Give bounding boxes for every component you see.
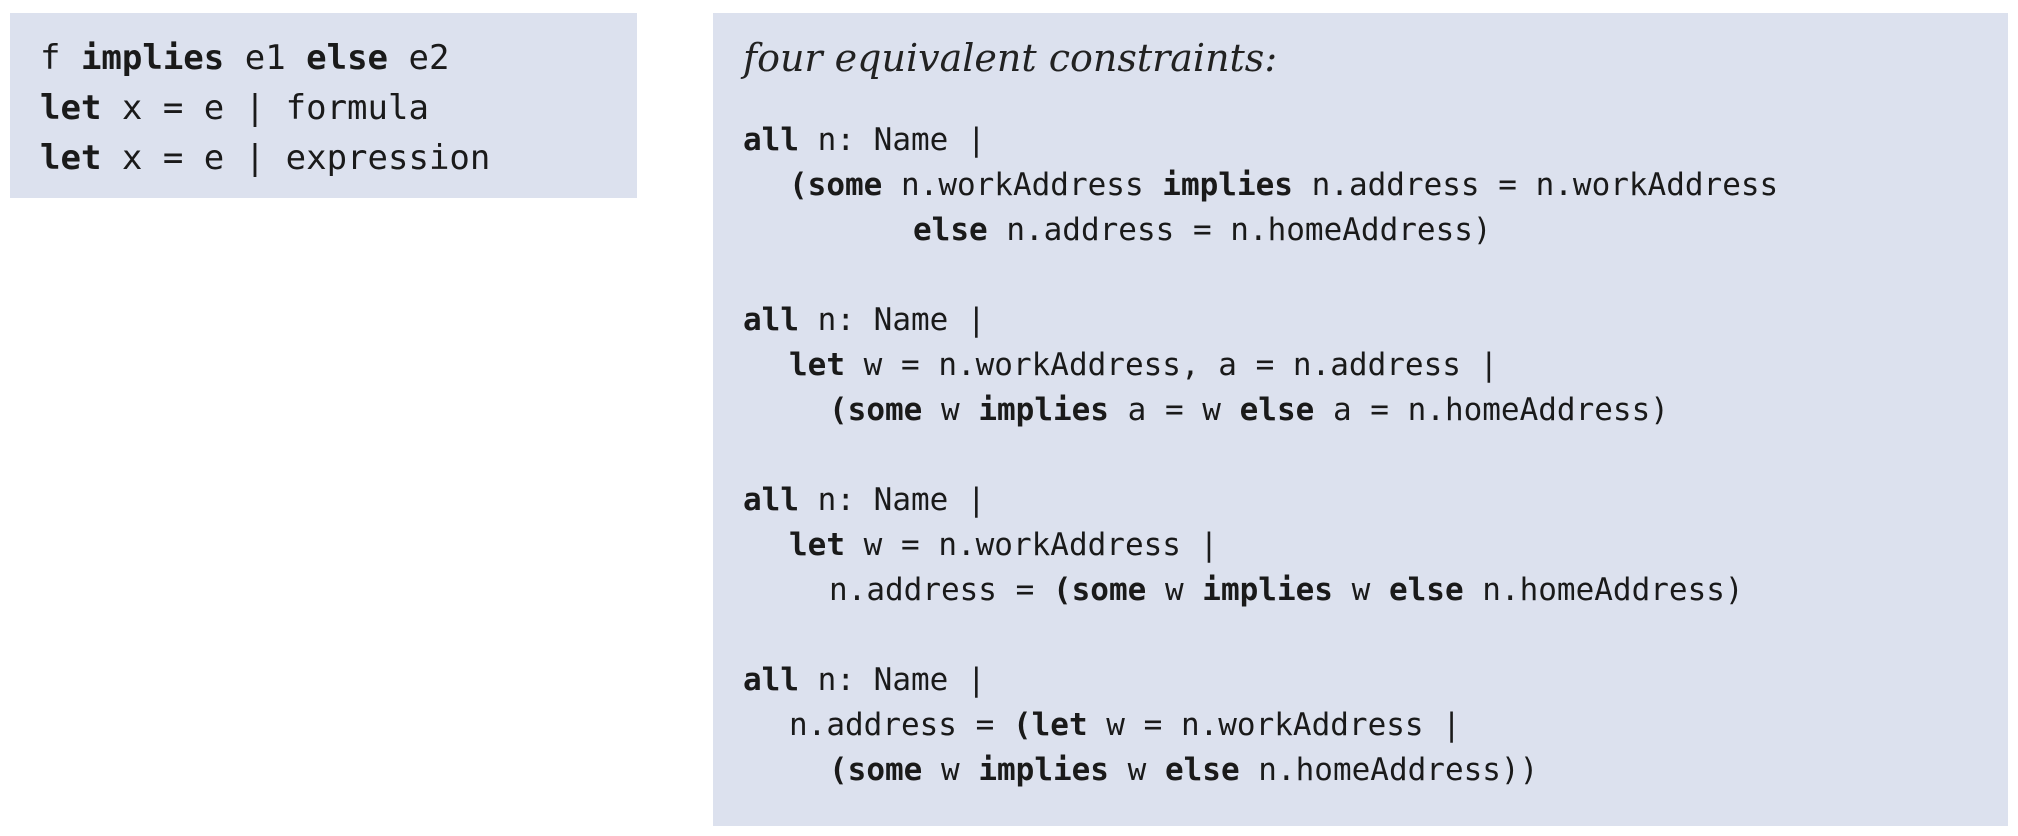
keyword-token: else xyxy=(306,38,389,78)
constraint-line: n.address = (let w = n.workAddress | xyxy=(743,703,2008,748)
constraint-block: all n: Name | n.address = (let w = n.work… xyxy=(743,658,2008,793)
code-token: n: Name | xyxy=(799,302,986,338)
code-token: e2 xyxy=(388,38,450,78)
syntax-line: let x = e | expression xyxy=(40,133,637,183)
keyword-token: implies xyxy=(80,38,225,78)
constraint-block: all n: Name | let w = n.workAddress | n.ad… xyxy=(743,478,2008,613)
constraint-line: (some w implies w else n.homeAddress)) xyxy=(743,748,2008,793)
code-token: w = n.workAddress, a = n.address | xyxy=(845,347,1499,383)
keyword-token: let xyxy=(40,88,102,128)
constraint-block: all n: Name | let w = n.workAddress, a = … xyxy=(743,298,2008,433)
keyword-token: implies xyxy=(978,752,1109,788)
keyword-token: let xyxy=(789,347,845,383)
code-token: f xyxy=(40,38,81,78)
code-token: x = e | formula xyxy=(101,88,429,128)
code-token: w xyxy=(1146,572,1203,608)
syntax-summary-box: f implies e1 else e2 let x = e | formula l… xyxy=(10,13,637,198)
keyword-token: all xyxy=(743,302,799,338)
constraint-line: let w = n.workAddress | xyxy=(743,523,2008,568)
examples-heading: four equivalent constraints: xyxy=(743,36,1278,80)
code-token: n.address = xyxy=(789,707,1013,743)
code-token: n.homeAddress)) xyxy=(1239,752,1539,788)
code-token: w xyxy=(922,752,979,788)
code-token: n.address = xyxy=(829,572,1053,608)
keyword-token: (let xyxy=(1012,707,1088,743)
keyword-token: (some xyxy=(829,752,923,788)
code-token: w = n.workAddress | xyxy=(845,527,1219,563)
code-token: a = n.homeAddress) xyxy=(1314,392,1669,428)
keyword-token: else xyxy=(1239,392,1315,428)
keyword-token: (some xyxy=(1052,572,1147,608)
keyword-token: (some xyxy=(829,392,923,428)
code-token: n: Name | xyxy=(799,122,986,158)
code-token: n.homeAddress) xyxy=(1463,572,1744,608)
code-token: w xyxy=(1108,752,1165,788)
code-token: n.address = n.homeAddress) xyxy=(987,212,1492,248)
keyword-token: let xyxy=(789,527,845,563)
constraint-line: (some w implies a = w else a = n.homeAdd… xyxy=(743,388,2008,433)
constraint-line: n.address = (some w implies w else n.hom… xyxy=(743,568,2008,613)
constraint-line: (some n.workAddress implies n.address = … xyxy=(743,163,2008,208)
syntax-line: f implies e1 else e2 xyxy=(40,33,637,83)
keyword-token: else xyxy=(1388,572,1464,608)
syntax-line: let x = e | formula xyxy=(40,83,637,133)
constraint-line: else n.address = n.homeAddress) xyxy=(743,208,2008,253)
code-token: n: Name | xyxy=(799,482,986,518)
constraint-line: let w = n.workAddress, a = n.address | xyxy=(743,343,2008,388)
keyword-token: all xyxy=(743,662,799,698)
keyword-token: all xyxy=(743,482,799,518)
code-token: e1 xyxy=(224,38,307,78)
code-token: n: Name | xyxy=(799,662,986,698)
code-token: a = w xyxy=(1108,392,1240,428)
keyword-token: let xyxy=(40,138,102,178)
code-token: x = e | expression xyxy=(101,138,491,178)
constraint-line: all n: Name | xyxy=(743,298,2008,343)
keyword-token: else xyxy=(1164,752,1240,788)
constraint-line: all n: Name | xyxy=(743,118,2008,163)
keyword-token: all xyxy=(743,122,799,158)
constraint-line: all n: Name | xyxy=(743,478,2008,523)
keyword-token: (some xyxy=(789,167,883,203)
constraint-block: all n: Name | (some n.workAddress implies… xyxy=(743,118,2008,253)
constraint-line: all n: Name | xyxy=(743,658,2008,703)
code-token: n.workAddress xyxy=(882,167,1163,203)
keyword-token: implies xyxy=(1162,167,1293,203)
keyword-token: implies xyxy=(978,392,1109,428)
constraint-blocks: all n: Name | (some n.workAddress implies… xyxy=(743,118,2008,793)
equivalent-constraints-box: four equivalent constraints: all n: Name… xyxy=(713,13,2008,826)
code-token: w = n.workAddress | xyxy=(1087,707,1461,743)
code-token: w xyxy=(1332,572,1389,608)
code-token: n.address = n.workAddress xyxy=(1292,167,1779,203)
keyword-token: implies xyxy=(1202,572,1333,608)
keyword-token: else xyxy=(913,212,988,248)
code-token: w xyxy=(922,392,979,428)
